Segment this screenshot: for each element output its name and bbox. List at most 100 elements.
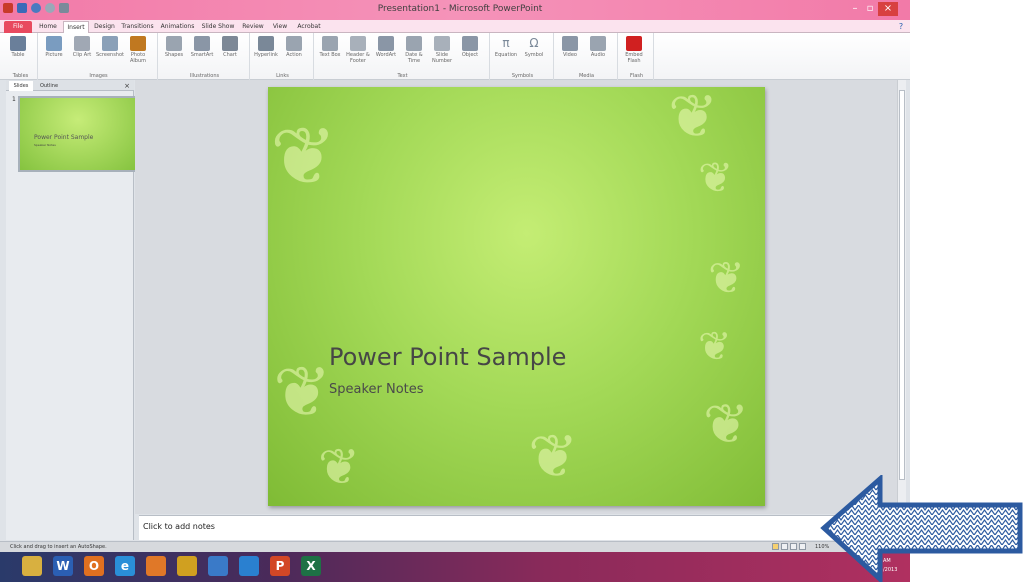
reading-view-icon[interactable]	[790, 543, 797, 550]
tab-transitions[interactable]: Transitions	[120, 21, 155, 33]
redo-icon[interactable]	[45, 3, 55, 13]
notes-placeholder: Click to add notes	[143, 522, 215, 531]
ribbon-button-label: Embed Flash	[625, 52, 643, 64]
embed-flash-icon	[626, 36, 642, 51]
header-footer-button[interactable]: Header & Footer	[346, 36, 370, 68]
ribbon-button-label: Symbol	[524, 52, 544, 58]
ribbon-button-label: Clip Art	[72, 52, 92, 58]
ribbon-insert: Table Tables Picture Clip Art Screenshot Phot…	[0, 33, 910, 80]
tab-animations[interactable]: Animations	[159, 21, 196, 33]
notes-pane[interactable]: Click to add notes	[139, 515, 897, 540]
tab-design[interactable]: Design	[92, 21, 117, 33]
chrome-icon[interactable]	[177, 556, 197, 576]
picture-button[interactable]: Picture	[43, 36, 65, 68]
slide[interactable]: ❦ ❦ ❦ ❦ ❦ ❦ ❦ ❦ ❦ Power Point Sample Spe…	[268, 87, 765, 506]
desktop-app-icon[interactable]	[208, 556, 228, 576]
normal-view-icon[interactable]	[772, 543, 779, 550]
ribbon-group-name: Links	[276, 73, 289, 79]
header-footer-icon	[350, 36, 366, 51]
tab-home[interactable]: Home	[36, 21, 60, 33]
ribbon-group: Picture Clip Art Screenshot Photo Album Imag…	[40, 33, 158, 80]
ribbon-button-label: Text Box	[319, 52, 341, 58]
table-button[interactable]: Table	[7, 36, 29, 68]
slide-title[interactable]: Power Point Sample	[329, 343, 566, 371]
ribbon-group: Table Tables	[4, 33, 38, 80]
ribbon-button-label: Chart	[223, 52, 237, 58]
action-icon	[286, 36, 302, 51]
tab-review[interactable]: Review	[240, 21, 266, 33]
close-pane-icon[interactable]: ×	[122, 81, 132, 91]
equation-button[interactable]: π Equation	[495, 36, 517, 68]
powerpoint-app-icon[interactable]	[3, 3, 13, 13]
butterfly-decoration: ❦	[528, 422, 579, 492]
maximize-button[interactable]: ▫	[863, 2, 877, 16]
ribbon-button-label: Screenshot	[96, 52, 124, 58]
ribbon-button-label: Shapes	[164, 52, 184, 58]
powerpoint-icon[interactable]: P	[270, 556, 290, 576]
slide-subtitle[interactable]: Speaker Notes	[329, 382, 424, 397]
tab-slides[interactable]: Slides	[9, 81, 33, 91]
photo-album-button[interactable]: Photo Album	[127, 36, 149, 68]
butterfly-decoration: ❦	[708, 253, 745, 304]
audio-icon	[590, 36, 606, 51]
firefox-icon[interactable]	[146, 556, 166, 576]
audio-button[interactable]: Audio	[587, 36, 609, 68]
wordart-button[interactable]: WordArt	[375, 36, 397, 68]
screenshot: Presentation1 - Microsoft PowerPoint – ▫…	[0, 0, 1023, 582]
ribbon-tabs: File Home Insert Design Transitions Anim…	[0, 20, 910, 33]
ribbon-group: Text Box Header & Footer WordArt Date & Tim…	[316, 33, 490, 80]
vertical-scrollbar[interactable]	[897, 80, 906, 514]
action-button[interactable]: Action	[283, 36, 305, 68]
tab-file[interactable]: File	[4, 21, 32, 33]
ribbon-button-label: Slide Number	[431, 52, 453, 64]
help-icon[interactable]: ?	[895, 21, 907, 33]
undo-icon[interactable]	[31, 3, 41, 13]
object-icon	[462, 36, 478, 51]
tab-slide-show[interactable]: Slide Show	[201, 21, 235, 33]
ribbon-group: Embed Flash Flash	[620, 33, 654, 80]
save-icon[interactable]	[17, 3, 27, 13]
chart-icon	[222, 36, 238, 51]
object-button[interactable]: Object	[459, 36, 481, 68]
clip-art-button[interactable]: Clip Art	[71, 36, 93, 68]
close-button[interactable]: ×	[878, 2, 898, 16]
scroll-thumb[interactable]	[899, 90, 905, 480]
app-icon[interactable]	[239, 556, 259, 576]
thumbnail-title: Power Point Sample	[34, 134, 94, 141]
internet-explorer-icon[interactable]: e	[115, 556, 135, 576]
tab-view[interactable]: View	[270, 21, 290, 33]
slide-show-icon[interactable]	[799, 543, 806, 550]
ribbon-button-label: Equation	[494, 52, 518, 58]
word-icon[interactable]: W	[53, 556, 73, 576]
chart-button[interactable]: Chart	[219, 36, 241, 68]
status-bar: Click and drag to insert an AutoShape. 1…	[0, 541, 910, 552]
excel-icon[interactable]: X	[301, 556, 321, 576]
smartart-button[interactable]: SmartArt	[191, 36, 213, 68]
slide-sorter-icon[interactable]	[781, 543, 788, 550]
equation-icon: π	[502, 36, 510, 50]
video-button[interactable]: Video	[559, 36, 581, 68]
tab-insert[interactable]: Insert	[63, 21, 89, 33]
butterfly-decoration: ❦	[703, 392, 750, 456]
text-box-button[interactable]: Text Box	[319, 36, 341, 68]
screenshot-button[interactable]: Screenshot	[96, 36, 124, 68]
tab-outline[interactable]: Outline	[36, 81, 62, 91]
slides-pane-tabs: Slides Outline ×	[6, 80, 134, 91]
file-explorer-icon[interactable]	[22, 556, 42, 576]
symbol-button[interactable]: Ω Symbol	[523, 36, 545, 68]
tab-acrobat[interactable]: Acrobat	[294, 21, 324, 33]
shapes-button[interactable]: Shapes	[163, 36, 185, 68]
embed-flash-button[interactable]: Embed Flash	[623, 36, 645, 68]
butterfly-decoration: ❦	[318, 438, 360, 496]
ribbon-group-name: Text	[397, 73, 408, 79]
slide-number-button[interactable]: Slide Number	[431, 36, 453, 68]
table-icon	[10, 36, 26, 51]
left-arrow-icon	[820, 475, 1023, 582]
minimize-button[interactable]: –	[848, 2, 862, 16]
quick-access-customize-icon[interactable]	[59, 3, 69, 13]
hyperlink-button[interactable]: Hyperlink	[254, 36, 278, 68]
ribbon-group: Video Audio Media	[556, 33, 618, 80]
outlook-icon[interactable]: O	[84, 556, 104, 576]
slide-thumbnail[interactable]: Power Point Sample Speaker Notes	[18, 96, 138, 172]
date-time-button[interactable]: Date & Time	[403, 36, 425, 68]
